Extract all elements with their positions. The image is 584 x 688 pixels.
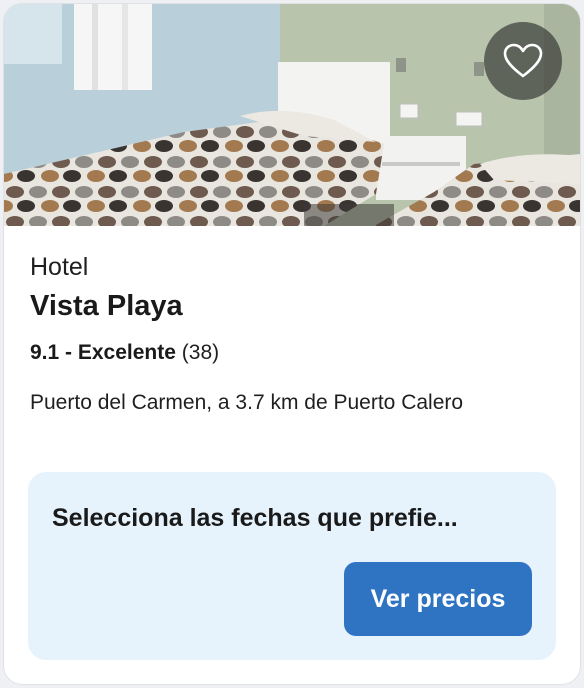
view-prices-button[interactable]: Ver precios <box>344 562 532 636</box>
select-dates-prompt: Selecciona las fechas que prefie... <box>52 504 458 532</box>
hotel-location: Puerto del Carmen, a 3.7 km de Puerto Ca… <box>30 391 464 414</box>
heart-outline-icon <box>503 43 543 79</box>
price-cta-panel: Selecciona las fechas que prefie... Ver … <box>28 472 556 660</box>
favorite-button[interactable] <box>484 22 562 100</box>
rating-score: 9.1 - Excelente <box>30 341 176 364</box>
property-category: Hotel <box>30 253 89 281</box>
hotel-name[interactable]: Vista Playa <box>30 288 554 324</box>
hotel-card[interactable]: Hotel Vista Playa 9.1 - Excelente (38) P… <box>4 4 580 684</box>
review-count: (38) <box>181 341 220 364</box>
hotel-photo[interactable] <box>4 4 580 226</box>
guest-rating: 9.1 - Excelente (38) <box>30 340 554 366</box>
